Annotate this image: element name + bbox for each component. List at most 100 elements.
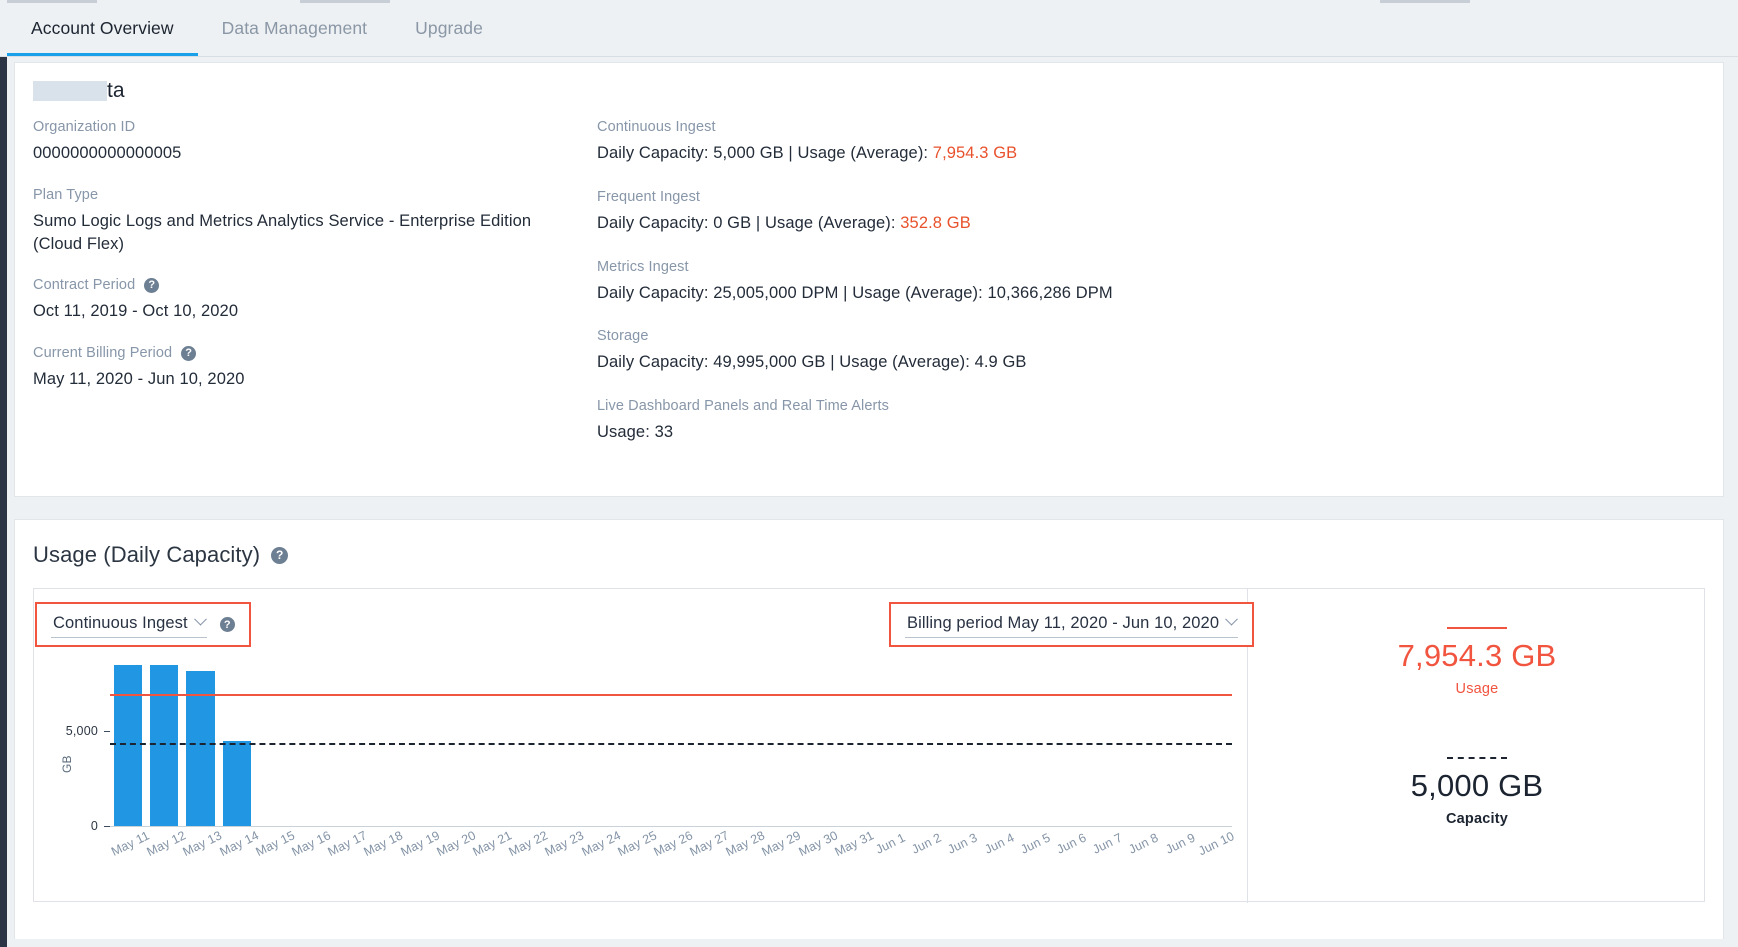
field-contract-period-value: Oct 11, 2019 - Oct 10, 2020 [33,300,593,323]
tab-data-management[interactable]: Data Management [198,0,391,57]
help-icon[interactable]: ? [271,547,288,564]
chart-legend: 7,954.3 GB Usage 5,000 GB Capacity [1248,589,1706,903]
x-axis-label-slot: May 14 [219,831,255,891]
x-axis-labels: May 11May 12May 13May 14May 15May 16May … [110,831,1232,891]
x-axis-label-slot: Jun 4 [979,831,1015,891]
bar[interactable] [223,741,251,827]
field-contract-period-label: Contract Period ? [33,277,593,293]
field-continuous-ingest-label: Continuous Ingest [597,119,1397,135]
usage-section-title-text: Usage (Daily Capacity) [33,542,260,568]
legend-capacity-value: 5,000 GB [1248,768,1706,804]
field-frequent-ingest: Frequent Ingest Daily Capacity: 0 GB | U… [597,189,1397,235]
field-storage-value: Daily Capacity: 49,995,000 GB | Usage (A… [597,351,1397,374]
metric-dropdown[interactable]: Continuous Ingest [51,611,207,638]
x-axis-label-slot: May 21 [472,831,508,891]
usage-section-title: Usage (Daily Capacity) ? [33,542,288,568]
redacted-name-block [33,81,107,101]
x-axis-label-slot: May 13 [182,831,218,891]
x-axis-label: Jun 4 [982,830,1016,856]
field-current-billing-period-label: Current Billing Period ? [33,345,593,361]
continuous-ingest-capacity-text: Daily Capacity: 5,000 GB | Usage (Averag… [597,144,933,162]
x-axis-label-slot: Jun 5 [1015,831,1051,891]
capacity-reference-line [110,743,1232,745]
field-storage: Storage Daily Capacity: 49,995,000 GB | … [597,328,1397,374]
tab-bar-divider [0,56,1738,57]
y-axis-title: GB [60,755,74,773]
plot-area [110,651,1232,827]
bar-slot [617,651,653,827]
bar-slot [182,651,218,827]
x-axis-label-slot: May 17 [327,831,363,891]
x-axis-line [110,826,1232,827]
x-axis-label-slot: May 30 [798,831,834,891]
x-axis-label-slot: May 24 [580,831,616,891]
bar-slot [942,651,978,827]
bar-slot [291,651,327,827]
help-icon[interactable]: ? [144,278,159,293]
bar-slot [1015,651,1051,827]
field-metrics-ingest: Metrics Ingest Daily Capacity: 25,005,00… [597,259,1397,305]
tab-account-overview-label: Account Overview [31,18,174,39]
bar-slot [1051,651,1087,827]
bar-slot [653,651,689,827]
x-axis-label-slot: May 19 [400,831,436,891]
tab-upgrade-label: Upgrade [415,18,483,39]
bar-slot [1159,651,1195,827]
legend-capacity: 5,000 GB Capacity [1248,757,1706,827]
tab-upgrade[interactable]: Upgrade [391,0,507,57]
field-plan-type-label: Plan Type [33,187,593,203]
field-organization-id-label: Organization ID [33,119,593,135]
bar-slot [870,651,906,827]
left-nav-strip [0,56,7,947]
x-axis-label-slot: May 12 [146,831,182,891]
bar-slot [1196,651,1232,827]
field-contract-period-label-text: Contract Period [33,277,135,293]
x-axis-label-slot: Jun 7 [1087,831,1123,891]
x-axis-label-slot: May 11 [110,831,146,891]
organization-name: ta [33,79,125,103]
billing-period-dropdown[interactable]: Billing period May 11, 2020 - Jun 10, 20… [905,611,1238,638]
frequent-ingest-usage-value: 352.8 GB [900,214,971,232]
bar-slot [725,651,761,827]
bar-slot [544,651,580,827]
x-axis-label-slot: Jun 1 [870,831,906,891]
x-axis-label-slot: May 20 [436,831,472,891]
y-axis-tick-5000: 5,000 [52,724,98,738]
help-icon[interactable]: ? [220,617,235,632]
billing-period-dropdown-highlight: Billing period May 11, 2020 - Jun 10, 20… [889,602,1254,647]
y-axis-tick-0: 0 [52,819,98,833]
bar-series [110,651,1232,827]
account-right-column: Continuous Ingest Daily Capacity: 5,000 … [597,119,1397,444]
x-axis-label-slot: Jun 8 [1123,831,1159,891]
bar-slot [146,651,182,827]
bar[interactable] [114,665,142,827]
bar-slot [436,651,472,827]
bar-slot [580,651,616,827]
bar-slot [834,651,870,827]
help-icon[interactable]: ? [181,346,196,361]
tab-bar: Account Overview Data Management Upgrade [0,0,1738,57]
x-axis-label-slot: May 16 [291,831,327,891]
x-axis-label-slot: Jun 9 [1159,831,1195,891]
bar[interactable] [150,665,178,827]
field-current-billing-period-label-text: Current Billing Period [33,345,172,361]
chevron-down-icon [194,613,207,626]
bar-slot [761,651,797,827]
x-axis-label: Jun 2 [910,830,944,856]
x-axis-label-slot: May 31 [834,831,870,891]
x-axis-label-slot: Jun 3 [942,831,978,891]
chevron-down-icon [1225,613,1238,626]
bar-slot [110,651,146,827]
x-axis-label: Jun 1 [873,830,907,856]
x-axis-label-slot: May 22 [508,831,544,891]
top-stub-right [1380,0,1470,3]
legend-capacity-caption: Capacity [1248,811,1706,827]
bar-slot [979,651,1015,827]
legend-usage-caption: Usage [1248,681,1706,697]
bar-slot [798,651,834,827]
x-axis-label-slot: May 23 [544,831,580,891]
x-axis-label-slot: May 25 [617,831,653,891]
tab-account-overview[interactable]: Account Overview [7,0,198,57]
legend-usage-value: 7,954.3 GB [1248,638,1706,674]
frequent-ingest-capacity-text: Daily Capacity: 0 GB | Usage (Average): [597,214,900,232]
